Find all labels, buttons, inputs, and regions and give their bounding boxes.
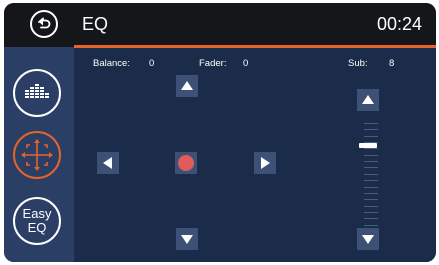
sub-level-tick [364,123,378,124]
easy-eq-label-line1: Easy [22,206,52,221]
sub-level-tick [364,136,378,137]
screen: EQ 00:24 Easy EQ Balance: 0 Fader: 0 Sub… [0,0,439,265]
sidebar: Easy EQ [4,47,74,262]
sub-up-button[interactable] [357,89,379,111]
balance-fader-panel: Balance: 0 Fader: 0 Sub: 8 [74,48,436,262]
arrow-down-icon [181,235,193,244]
balance-right-button[interactable] [254,152,276,174]
sub-level-tick [364,206,378,207]
sub-value: 8 [389,58,395,69]
fader-label: Fader: [199,58,227,69]
balance-fader-position-cell[interactable] [175,152,197,174]
sub-level-thumb[interactable] [359,143,377,148]
balance-fader-icon [21,139,53,171]
arrow-down-icon [362,235,374,244]
eq-screen-frame: EQ 00:24 Easy EQ Balance: 0 Fader: 0 Sub… [4,3,436,262]
balance-fader-button[interactable] [13,131,61,179]
easy-eq-label: Easy EQ [15,207,59,235]
sub-level-tick [364,187,378,188]
sub-level-tick [364,199,378,200]
sub-level-tick [364,174,378,175]
arrow-up-icon [181,81,193,90]
equalizer-preset-button[interactable] [13,69,61,117]
balance-left-button[interactable] [97,152,119,174]
balance-fader-position-dot[interactable] [178,155,194,171]
sub-level-tick [364,129,378,130]
fader-value: 0 [243,58,249,69]
sub-level-tick [364,167,378,168]
balance-label: Balance: [93,58,130,69]
top-bar: EQ 00:24 [4,3,436,47]
back-arrow-icon [38,17,51,29]
balance-value: 0 [149,58,155,69]
sub-level-tick [364,161,378,162]
sub-level-slider[interactable] [364,123,378,232]
sub-level-tick [364,193,378,194]
arrow-left-icon [103,157,112,169]
sub-level-tick [364,225,378,226]
clock: 00:24 [376,14,422,34]
arrow-right-icon [261,157,270,169]
sub-level-tick [364,148,378,149]
fader-up-button[interactable] [176,75,198,97]
equalizer-bars-icon [25,84,49,98]
page-title: EQ [82,14,109,34]
arrow-up-icon [362,95,374,104]
fader-down-button[interactable] [176,228,198,250]
sub-down-button[interactable] [357,228,379,250]
easy-eq-button[interactable]: Easy EQ [13,197,61,245]
sub-level-tick [364,212,378,213]
easy-eq-label-line2: EQ [27,220,47,235]
sub-level-tick [364,218,378,219]
sub-level-tick [364,155,378,156]
sub-level-tick [364,180,378,181]
back-button[interactable] [30,10,58,38]
sub-label: Sub: [348,58,368,69]
